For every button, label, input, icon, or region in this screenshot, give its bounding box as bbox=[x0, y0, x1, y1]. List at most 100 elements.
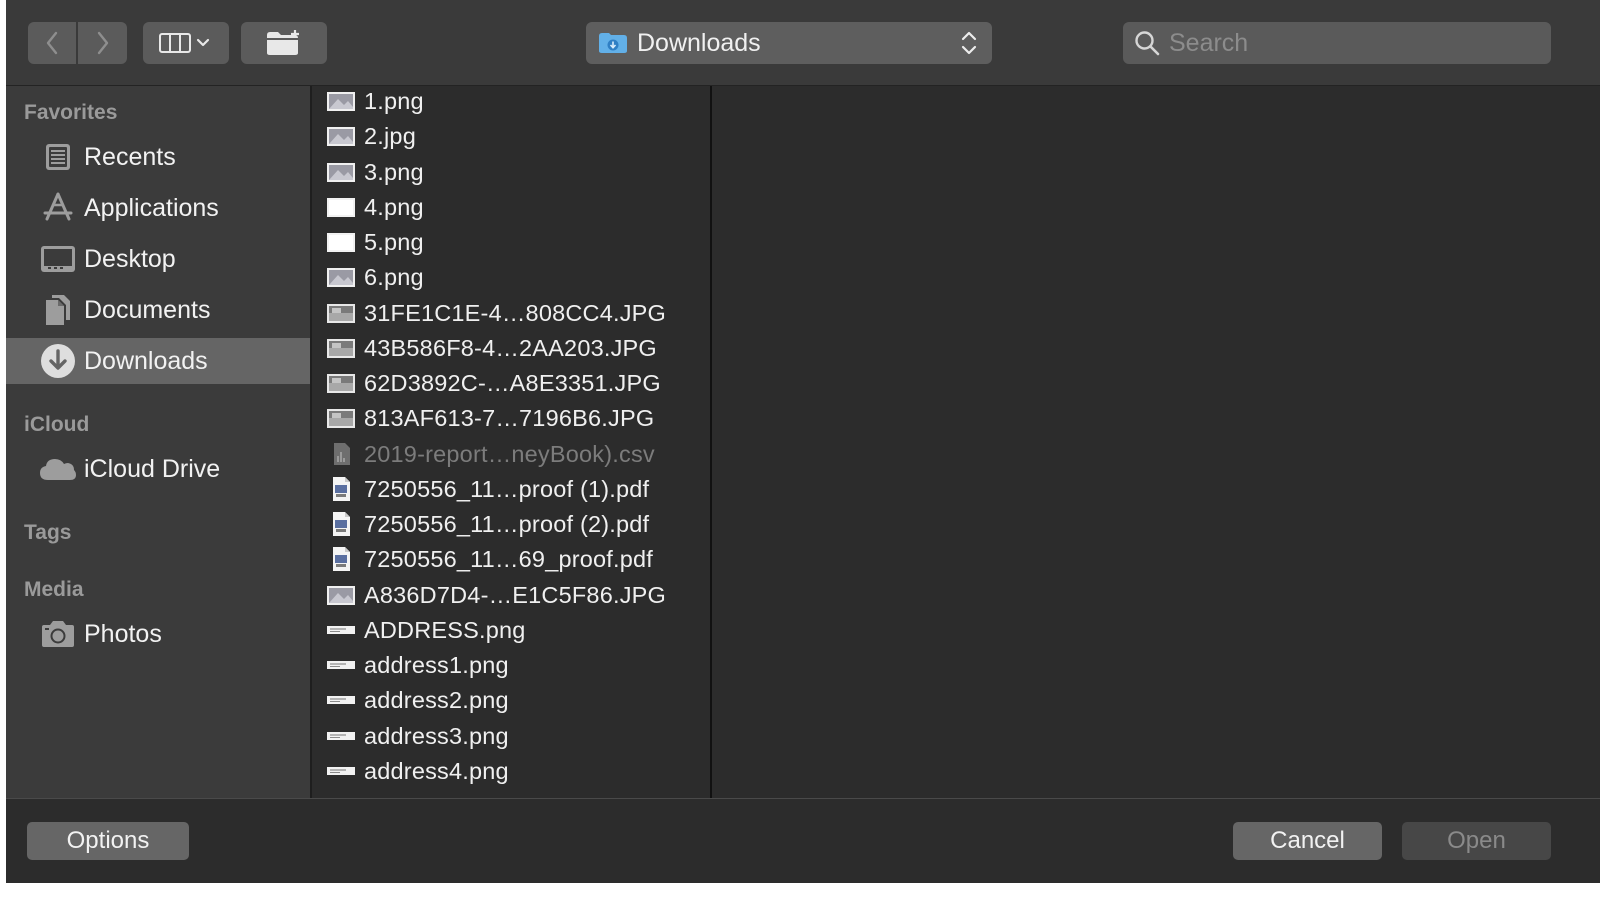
file-row[interactable]: 3.png bbox=[312, 155, 710, 190]
up-down-chevron-icon bbox=[961, 31, 977, 55]
file-name: 7250556_11…69_proof.pdf bbox=[364, 546, 654, 573]
file-row[interactable]: ADDRESS.png bbox=[312, 613, 710, 648]
search-field[interactable] bbox=[1123, 22, 1551, 64]
strip-image-icon bbox=[326, 618, 356, 642]
image-thumbnail-icon bbox=[326, 124, 356, 148]
applications-icon bbox=[39, 189, 77, 227]
sidebar-section-icloud: iCloud bbox=[24, 413, 90, 436]
search-icon bbox=[1135, 31, 1160, 56]
file-name: address2.png bbox=[364, 687, 509, 714]
file-name: 2.jpg bbox=[364, 123, 416, 150]
sidebar-item-label: Downloads bbox=[84, 346, 208, 375]
image-thumbnail-icon bbox=[326, 89, 356, 113]
file-list-column: 1.png 2.jpg 3.png 4.png 5.png 6.png 31FE1C1E-4… bbox=[310, 86, 712, 798]
bottom-bar: Options Cancel Open bbox=[6, 798, 1600, 883]
file-name: 31FE1C1E-4…808CC4.JPG bbox=[364, 299, 667, 326]
sidebar-item-recents[interactable]: Recents bbox=[6, 134, 310, 180]
file-row[interactable]: 43B586F8-4…2AA203.JPG bbox=[312, 331, 710, 366]
photo-thumbnail-icon bbox=[326, 301, 356, 325]
camera-icon bbox=[39, 615, 77, 653]
photo-thumbnail-icon bbox=[326, 336, 356, 360]
file-row: 2019-report…neyBook).csv bbox=[312, 437, 710, 472]
location-label: Downloads bbox=[637, 28, 761, 57]
file-row[interactable]: 4.png bbox=[312, 190, 710, 225]
file-row[interactable]: 7250556_11…proof (1).pdf bbox=[312, 472, 710, 507]
file-name: 4.png bbox=[364, 193, 424, 220]
sidebar-item-label: Documents bbox=[84, 295, 211, 324]
photo-thumbnail-icon bbox=[326, 371, 356, 395]
strip-image-icon bbox=[326, 759, 356, 783]
file-name: A836D7D4-…E1C5F86.JPG bbox=[364, 581, 667, 608]
file-row[interactable]: address2.png bbox=[312, 683, 710, 718]
file-row[interactable]: 62D3892C-…A8E3351.JPG bbox=[312, 366, 710, 401]
forward-button[interactable] bbox=[78, 22, 127, 64]
file-row[interactable]: address1.png bbox=[312, 648, 710, 683]
csv-icon bbox=[326, 442, 356, 466]
back-button[interactable] bbox=[28, 22, 76, 64]
sidebar-item-label: iCloud Drive bbox=[84, 454, 221, 483]
sidebar: Favorites Recents Applications Desktop D… bbox=[6, 86, 310, 798]
file-row[interactable]: A836D7D4-…E1C5F86.JPG bbox=[312, 578, 710, 613]
file-row[interactable]: address3.png bbox=[312, 719, 710, 754]
pdf-icon bbox=[326, 512, 356, 536]
file-name: ADDRESS.png bbox=[364, 616, 526, 643]
view-mode-button[interactable] bbox=[143, 22, 229, 64]
new-folder-icon bbox=[267, 30, 299, 55]
documents-icon bbox=[39, 291, 77, 329]
sidebar-item-label: Photos bbox=[84, 619, 162, 648]
blank-image-icon bbox=[326, 195, 356, 219]
file-name: 7250556_11…proof (1).pdf bbox=[364, 475, 650, 502]
chevron-left-icon bbox=[46, 31, 58, 55]
desktop-icon bbox=[39, 240, 77, 278]
downloads-folder-icon bbox=[599, 33, 627, 53]
sidebar-section-favorites: Favorites bbox=[24, 101, 118, 124]
image-thumbnail-icon bbox=[326, 583, 356, 607]
file-name: 813AF613-7…7196B6.JPG bbox=[364, 405, 655, 432]
sidebar-item-applications[interactable]: Applications bbox=[6, 185, 310, 231]
strip-image-icon bbox=[326, 688, 356, 712]
cancel-button[interactable]: Cancel bbox=[1233, 822, 1382, 860]
preview-pane bbox=[712, 86, 1600, 798]
options-button[interactable]: Options bbox=[27, 822, 189, 860]
sidebar-item-downloads[interactable]: Downloads bbox=[6, 338, 310, 384]
sidebar-section-tags: Tags bbox=[24, 521, 72, 544]
columns-view-icon bbox=[159, 33, 210, 53]
file-name: address4.png bbox=[364, 757, 509, 784]
file-row[interactable]: 2.jpg bbox=[312, 119, 710, 154]
file-row[interactable]: 7250556_11…69_proof.pdf bbox=[312, 542, 710, 577]
file-row[interactable]: 813AF613-7…7196B6.JPG bbox=[312, 401, 710, 436]
pdf-icon bbox=[326, 476, 356, 501]
recents-icon bbox=[39, 138, 77, 176]
file-row[interactable]: 5.png bbox=[312, 225, 710, 260]
file-row[interactable]: 7250556_11…proof (2).pdf bbox=[312, 507, 710, 542]
location-popup[interactable]: Downloads bbox=[586, 22, 992, 64]
file-name: address3.png bbox=[364, 722, 509, 749]
strip-image-icon bbox=[326, 653, 356, 677]
new-folder-button[interactable] bbox=[241, 22, 327, 64]
file-row[interactable]: address4.png bbox=[312, 754, 710, 789]
strip-image-icon bbox=[326, 724, 356, 748]
file-name: 2019-report…neyBook).csv bbox=[364, 440, 655, 467]
cloud-icon bbox=[39, 450, 77, 488]
file-row[interactable]: 31FE1C1E-4…808CC4.JPG bbox=[312, 296, 710, 331]
file-row[interactable]: 1.png bbox=[312, 84, 710, 119]
open-button[interactable]: Open bbox=[1402, 822, 1551, 860]
file-name: 7250556_11…proof (2).pdf bbox=[364, 511, 650, 537]
file-name: 62D3892C-…A8E3351.JPG bbox=[364, 370, 661, 396]
sidebar-item-documents[interactable]: Documents bbox=[6, 287, 310, 333]
sidebar-item-label: Applications bbox=[84, 193, 219, 222]
file-name: 3.png bbox=[364, 158, 424, 185]
sidebar-item-icloud-drive[interactable]: iCloud Drive bbox=[6, 446, 310, 492]
file-name: 1.png bbox=[364, 88, 424, 114]
file-name: 43B586F8-4…2AA203.JPG bbox=[364, 334, 657, 361]
sidebar-item-desktop[interactable]: Desktop bbox=[6, 236, 310, 282]
downloads-icon bbox=[39, 342, 77, 380]
open-file-dialog: Downloads Favorites bbox=[6, 0, 1600, 883]
file-row[interactable]: 6.png bbox=[312, 260, 710, 295]
toolbar: Downloads bbox=[6, 0, 1600, 86]
sidebar-item-photos[interactable]: Photos bbox=[6, 611, 310, 657]
sidebar-section-media: Media bbox=[24, 578, 84, 601]
file-name: 6.png bbox=[364, 264, 424, 291]
photo-thumbnail-icon bbox=[326, 406, 356, 430]
search-input[interactable] bbox=[1169, 28, 1529, 58]
